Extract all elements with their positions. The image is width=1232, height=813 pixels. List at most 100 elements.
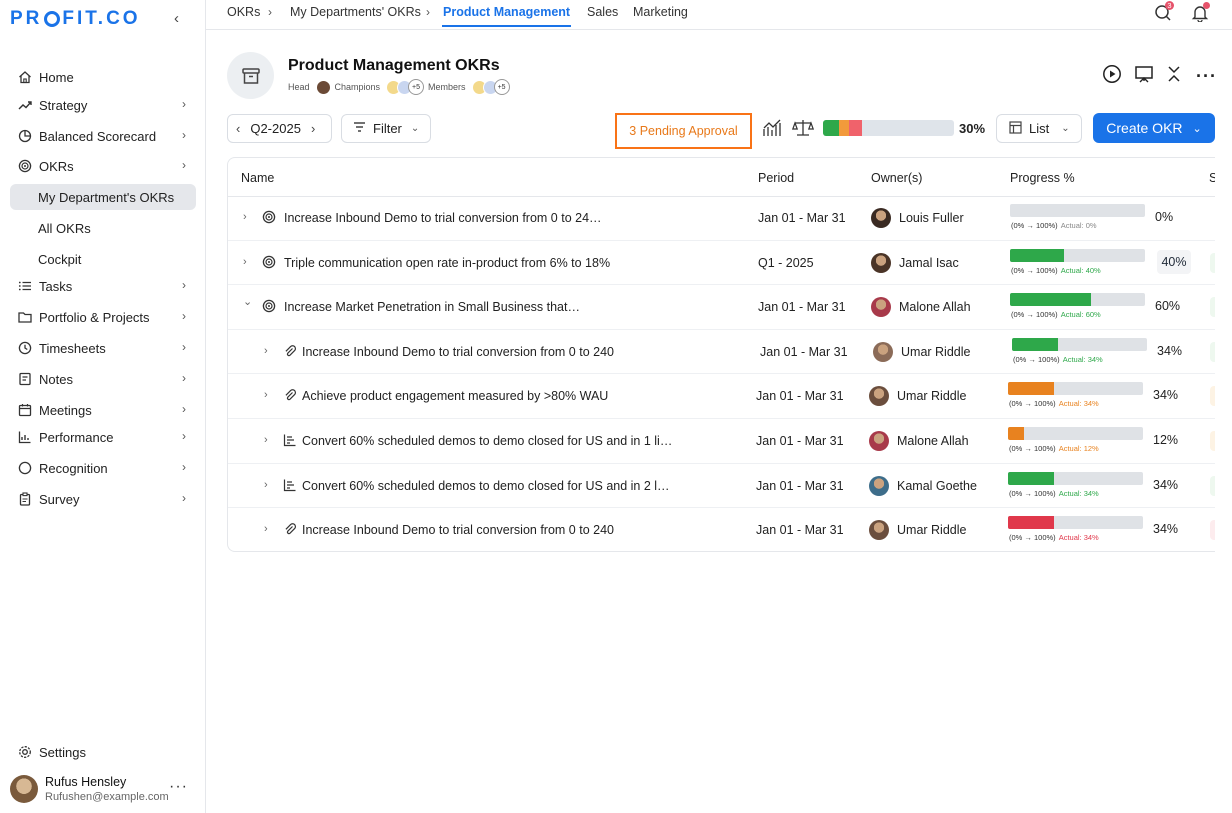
tab-product-management[interactable]: Product Management: [443, 5, 570, 19]
table-row[interactable]: › Increase Inbound Demo to trial conversi…: [228, 330, 1215, 375]
progress-bar[interactable]: [1010, 293, 1145, 307]
table-row[interactable]: › Triple communication open rate in-produ…: [228, 241, 1215, 286]
progress-bar[interactable]: [1008, 471, 1143, 485]
presentation-icon[interactable]: [1134, 64, 1154, 87]
status-badge[interactable]: [1210, 520, 1215, 541]
owner-name[interactable]: Louis Fuller: [899, 211, 964, 225]
table-row[interactable]: › Convert 60% scheduled demos to demo clo…: [228, 464, 1215, 509]
chevron-right-icon[interactable]: ›: [264, 345, 268, 357]
progress-percent[interactable]: 60%: [1155, 299, 1180, 313]
owner-name[interactable]: Kamal Goethe: [897, 479, 977, 493]
progress-percent[interactable]: 12%: [1153, 433, 1178, 447]
owner-name[interactable]: Umar Riddle: [901, 345, 970, 359]
sidebar-item-timesheets[interactable]: Timesheets ›: [10, 335, 196, 361]
status-badge[interactable]: [1210, 431, 1215, 451]
column-header-name[interactable]: Name: [241, 171, 274, 185]
progress-percent[interactable]: 34%: [1157, 344, 1182, 358]
status-badge[interactable]: [1210, 475, 1215, 496]
chevron-right-icon[interactable]: ›: [311, 121, 315, 136]
progress-percent[interactable]: 40%: [1157, 249, 1191, 274]
column-header-progress[interactable]: Progress %: [1010, 171, 1075, 185]
sidebar-item-settings[interactable]: Settings: [10, 739, 196, 765]
owner-name[interactable]: Umar Riddle: [897, 523, 966, 537]
status-badge[interactable]: [1210, 341, 1215, 362]
progress-percent[interactable]: 34%: [1153, 478, 1178, 492]
sidebar-item-notes[interactable]: Notes ›: [10, 366, 196, 392]
sidebar-item-cockpit[interactable]: Cockpit: [10, 246, 196, 272]
okr-name[interactable]: Increase Inbound Demo to trial conversio…: [302, 523, 614, 537]
sidebar-item-meetings[interactable]: Meetings ›: [10, 397, 196, 423]
sidebar-item-performance[interactable]: Performance ›: [10, 424, 196, 450]
progress-percent[interactable]: 34%: [1153, 522, 1178, 536]
head-avatar[interactable]: [315, 79, 331, 95]
tab-marketing[interactable]: Marketing: [633, 5, 688, 19]
okr-name[interactable]: Triple communication open rate in-produc…: [284, 256, 610, 270]
members-more[interactable]: +5: [493, 79, 510, 95]
status-badge[interactable]: [1210, 252, 1215, 273]
progress-percent[interactable]: 34%: [1153, 388, 1178, 402]
avatar[interactable]: [871, 208, 891, 228]
bell-icon[interactable]: [1191, 2, 1210, 23]
balance-scale-icon[interactable]: [791, 119, 815, 140]
avatar[interactable]: [869, 475, 889, 496]
avatar[interactable]: [869, 431, 889, 451]
champions-more[interactable]: +5: [408, 79, 425, 95]
sidebar-item-all-okrs[interactable]: All OKRs: [10, 215, 196, 241]
collapse-rows-icon[interactable]: [1165, 64, 1183, 87]
avatar[interactable]: [869, 386, 889, 407]
sidebar-item-tasks[interactable]: Tasks ›: [10, 273, 196, 299]
table-row[interactable]: ⌄ Increase Market Penetration in Small Bu…: [228, 285, 1215, 330]
progress-bar[interactable]: [1008, 516, 1143, 530]
sidebar-item-survey[interactable]: Survey ›: [10, 486, 196, 512]
table-row[interactable]: › Increase Inbound Demo to trial conversi…: [228, 508, 1215, 551]
more-actions-icon[interactable]: ···: [1196, 66, 1217, 87]
sidebar-item-strategy[interactable]: Strategy ›: [10, 92, 196, 118]
owner-name[interactable]: Umar Riddle: [897, 389, 966, 403]
view-selector[interactable]: List ⌄: [996, 114, 1082, 143]
collapse-sidebar-icon[interactable]: ‹: [174, 10, 179, 27]
table-row[interactable]: › Convert 60% scheduled demos to demo clo…: [228, 419, 1215, 464]
okr-name[interactable]: Convert 60% scheduled demos to demo clos…: [302, 479, 670, 493]
sidebar-item-okrs[interactable]: OKRs ›: [10, 153, 196, 179]
chevron-right-icon[interactable]: ›: [243, 256, 247, 268]
progress-bar[interactable]: [1010, 248, 1145, 262]
progress-percent[interactable]: 0%: [1155, 210, 1173, 224]
owner-name[interactable]: Malone Allah: [899, 300, 971, 314]
owner-name[interactable]: Malone Allah: [897, 434, 969, 448]
chevron-down-icon[interactable]: ⌄: [243, 295, 252, 308]
chevron-right-icon[interactable]: ›: [264, 479, 268, 491]
column-header-period[interactable]: Period: [758, 171, 794, 185]
avatar[interactable]: [871, 297, 891, 318]
user-profile[interactable]: Rufus Hensley Rufushen@example.com ···: [10, 772, 200, 806]
chevron-right-icon[interactable]: ›: [264, 434, 268, 446]
chevron-left-icon[interactable]: ‹: [236, 121, 240, 136]
period-selector[interactable]: ‹ Q2-2025 ›: [227, 114, 332, 143]
avatar[interactable]: [869, 520, 889, 541]
pending-approval-button[interactable]: 3 Pending Approval: [615, 113, 752, 149]
okr-name[interactable]: Convert 60% scheduled demos to demo clos…: [302, 434, 672, 448]
sidebar-item-balanced-scorecard[interactable]: Balanced Scorecard ›: [10, 123, 196, 149]
owner-name[interactable]: Jamal Isac: [899, 256, 959, 270]
profit-co-logo[interactable]: PR FIT.CO: [10, 8, 141, 30]
okr-name[interactable]: Increase Inbound Demo to trial conversio…: [302, 345, 614, 359]
progress-bar[interactable]: [1008, 427, 1143, 440]
status-badge[interactable]: [1210, 386, 1215, 407]
breadcrumb-my-departments[interactable]: My Departments' OKRs: [290, 5, 421, 19]
more-options-icon[interactable]: ···: [169, 778, 188, 796]
sidebar-item-portfolio-projects[interactable]: Portfolio & Projects ›: [10, 304, 196, 330]
chevron-right-icon[interactable]: ›: [264, 523, 268, 535]
chevron-right-icon[interactable]: ›: [243, 211, 247, 223]
okr-name[interactable]: Achieve product engagement measured by >…: [302, 389, 608, 403]
chevron-down-icon[interactable]: ⌄: [1193, 122, 1202, 135]
tab-sales[interactable]: Sales: [587, 5, 618, 19]
sidebar-item-my-department-s-okrs[interactable]: My Department's OKRs: [10, 184, 196, 210]
filter-button[interactable]: Filter ⌄: [341, 114, 431, 143]
okr-name[interactable]: Increase Market Penetration in Small Bus…: [284, 300, 580, 314]
play-icon[interactable]: [1102, 64, 1122, 87]
create-okr-button[interactable]: Create OKR ⌄: [1093, 113, 1215, 143]
avatar[interactable]: [873, 341, 893, 362]
avatar[interactable]: [871, 252, 891, 273]
sidebar-item-home[interactable]: Home: [10, 64, 196, 90]
column-header-status[interactable]: S: [1209, 171, 1215, 185]
status-badge[interactable]: [1210, 297, 1215, 318]
